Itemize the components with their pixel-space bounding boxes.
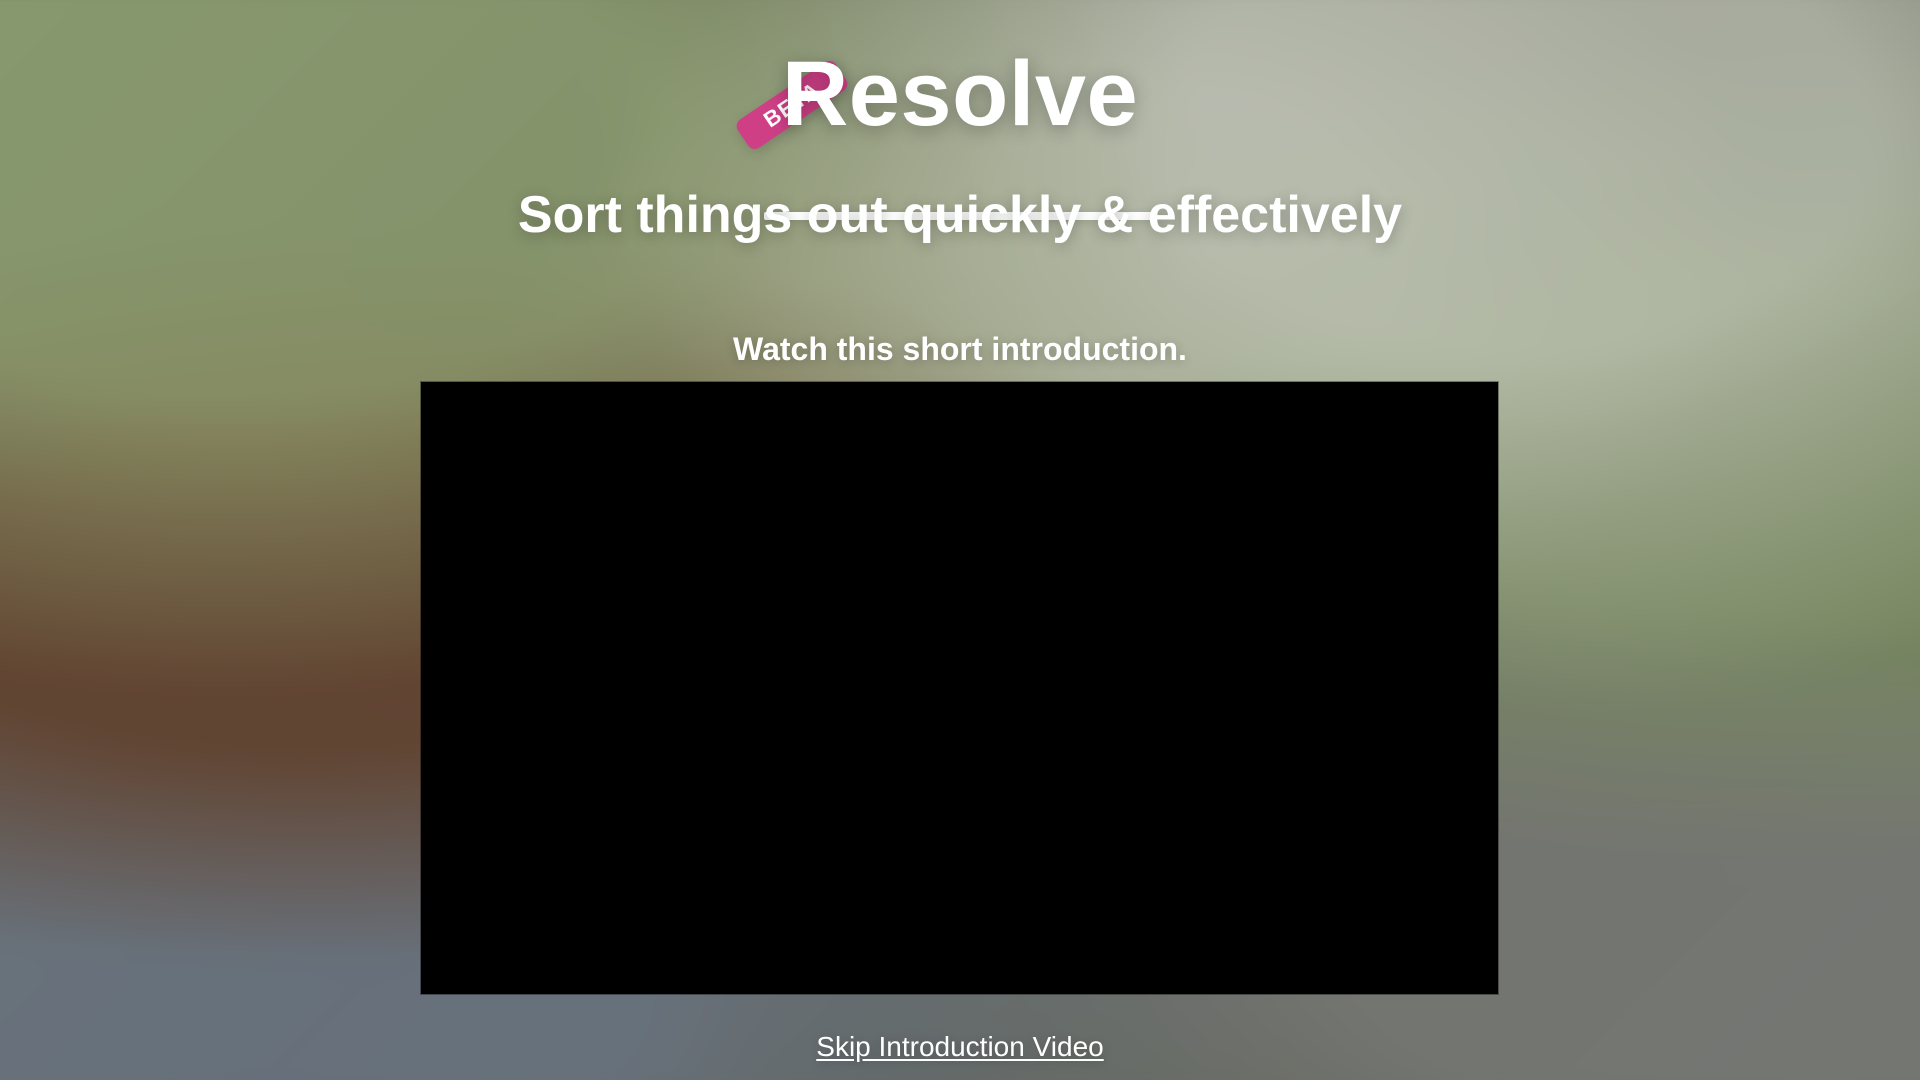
hero-header: BETA Resolve <box>0 43 1920 220</box>
skip-introduction-link[interactable]: Skip Introduction Video <box>816 1030 1103 1064</box>
hero-subtitle: Sort things out quickly & effectively <box>517 186 1403 244</box>
intro-label: Watch this short introduction. <box>733 331 1187 367</box>
app-title: Resolve <box>781 43 1139 145</box>
intro-video-player[interactable] <box>421 382 1498 994</box>
intro-page: BETA Resolve Sort things out quickly & e… <box>0 0 1920 1080</box>
